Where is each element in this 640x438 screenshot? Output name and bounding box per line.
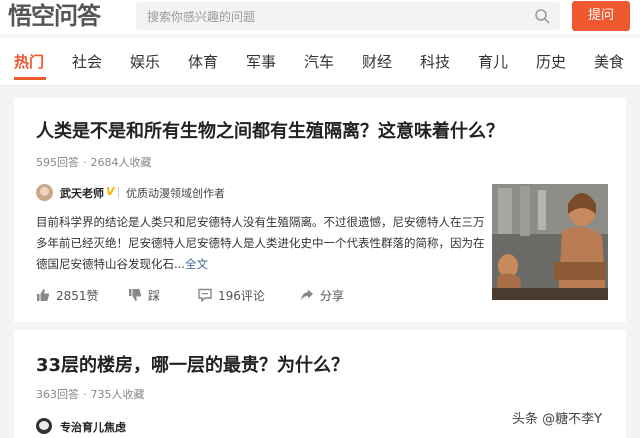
share-icon xyxy=(301,289,313,301)
author-description: 优质动漫领域创作者 xyxy=(126,187,225,200)
comment-count: 196评论 xyxy=(218,289,265,303)
share-label: 分享 xyxy=(320,289,345,303)
thumbs-up-icon xyxy=(37,289,50,301)
question-title[interactable]: 人类是不是和所有生物之间都有生殖隔离？这意味着什么？ xyxy=(36,120,504,144)
like-count: 2851赞 xyxy=(56,289,99,303)
museum-figures-image xyxy=(492,184,608,300)
answer-thumbnail[interactable] xyxy=(492,184,608,300)
tab-entertainment[interactable]: 娱乐 xyxy=(130,52,160,72)
watermark: 头条 @糖不李Y xyxy=(512,412,603,427)
answer-count: 363回答 xyxy=(36,388,79,401)
search-input[interactable]: 搜索你感兴趣的问题 xyxy=(147,8,255,25)
question-stats: 363回答 · 735人收藏 xyxy=(36,388,145,401)
tab-sports[interactable]: 体育 xyxy=(188,52,218,72)
question-title[interactable]: 33层的楼房，哪一层的最贵？为什么？ xyxy=(36,354,349,378)
author-name[interactable]: 专治育儿焦虑 xyxy=(60,419,126,435)
tab-finance[interactable]: 财经 xyxy=(362,52,392,72)
category-nav: 热门 社会 娱乐 体育 军事 汽车 财经 科技 育儿 历史 美食 xyxy=(0,38,640,86)
tab-military[interactable]: 军事 xyxy=(246,52,276,72)
tab-auto[interactable]: 汽车 xyxy=(304,52,334,72)
answer-count: 595回答 xyxy=(36,156,79,169)
divider xyxy=(118,187,119,198)
top-header: 悟空问答 搜索你感兴趣的问题 提问 xyxy=(0,0,640,34)
avatar[interactable] xyxy=(36,418,52,434)
search-bar[interactable]: 搜索你感兴趣的问题 xyxy=(136,2,560,30)
thumbs-down-icon xyxy=(129,289,142,301)
tab-parenting[interactable]: 育儿 xyxy=(478,52,508,72)
logo[interactable]: 悟空问答 xyxy=(8,1,101,31)
avatar[interactable] xyxy=(36,184,53,201)
favorite-count: 2684人收藏 xyxy=(90,156,152,169)
question-stats: 595回答 · 2684人收藏 xyxy=(36,156,152,169)
tab-tech[interactable]: 科技 xyxy=(420,52,450,72)
tab-food[interactable]: 美食 xyxy=(594,52,624,72)
read-more-link[interactable]: 全文 xyxy=(185,257,208,271)
active-tab-indicator xyxy=(14,77,46,80)
ask-button[interactable]: 提问 xyxy=(572,1,630,31)
dislike-label: 踩 xyxy=(148,289,161,303)
question-card: 人类是不是和所有生物之间都有生殖隔离？这意味着什么？ 595回答 · 2684人收藏… xyxy=(14,98,626,322)
search-icon[interactable] xyxy=(534,8,550,24)
action-bar: 2851赞 踩 196评论 分享 xyxy=(36,286,476,304)
answer-excerpt[interactable]: 目前科学界的结论是人类只和尼安德特人没有生殖隔离。不过很遗憾，尼安德特人在三万多… xyxy=(36,212,486,275)
tab-society[interactable]: 社会 xyxy=(72,52,102,72)
comment-icon xyxy=(198,288,212,302)
verified-badge: V xyxy=(106,185,115,198)
author-name[interactable]: 武天老师 xyxy=(60,185,104,201)
tab-hot[interactable]: 热门 xyxy=(14,52,44,72)
favorite-count: 735人收藏 xyxy=(90,388,145,401)
tab-history[interactable]: 历史 xyxy=(536,52,566,72)
answer-text: 目前科学界的结论是人类只和尼安德特人没有生殖隔离。不过很遗憾，尼安德特人在三万多… xyxy=(36,215,485,271)
